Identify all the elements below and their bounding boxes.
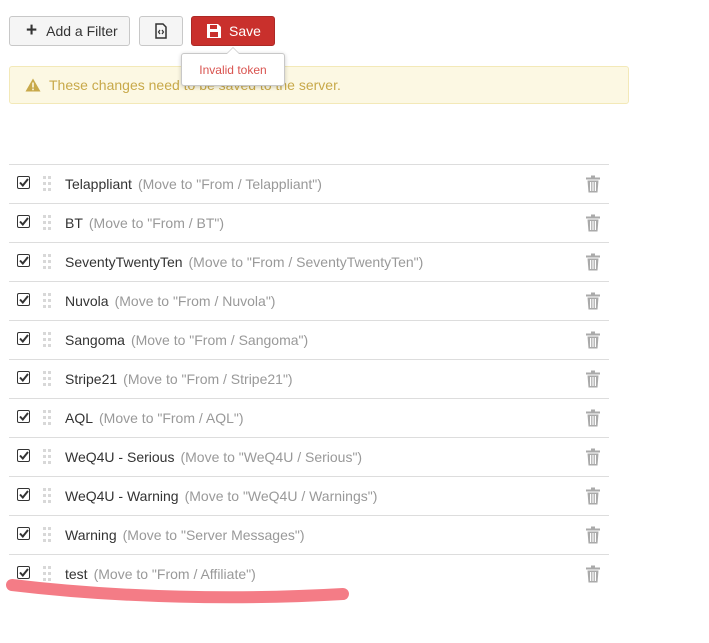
invalid-token-tooltip: Invalid token	[181, 47, 285, 86]
tooltip-text: Invalid token	[199, 62, 267, 77]
red-underline-annotation	[6, 579, 349, 604]
